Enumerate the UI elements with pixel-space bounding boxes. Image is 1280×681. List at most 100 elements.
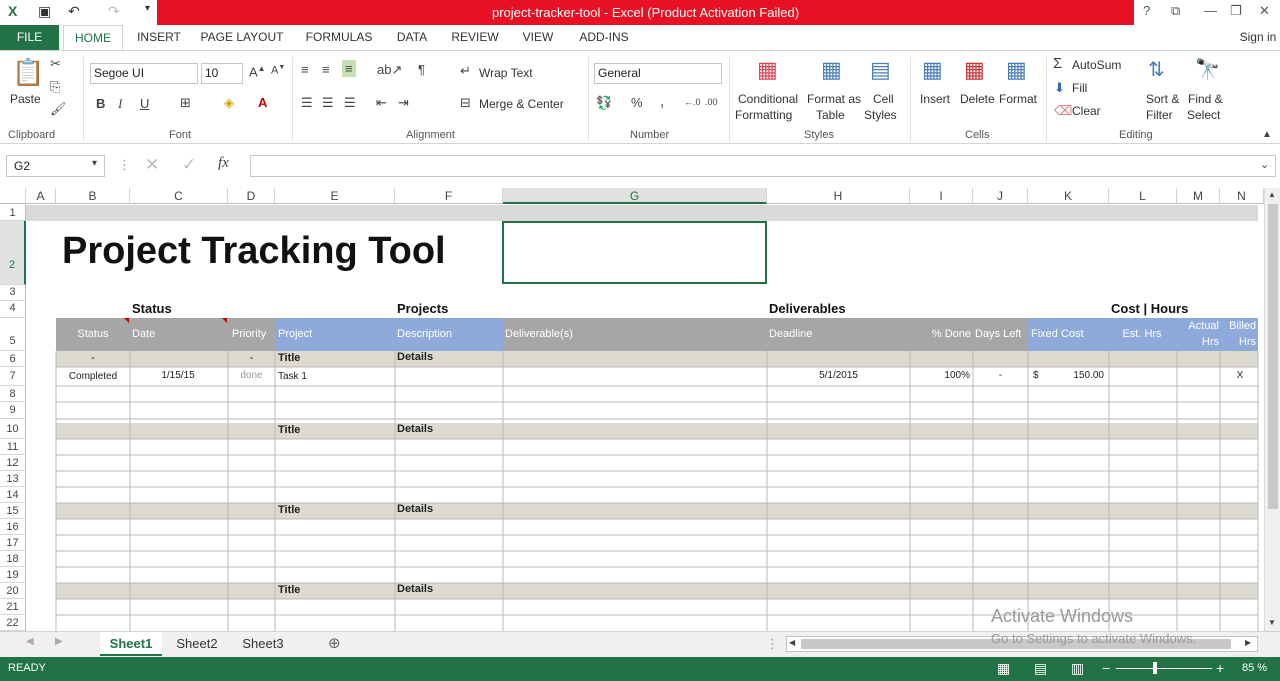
tab-file[interactable]: FILE xyxy=(0,25,59,50)
formula-input[interactable] xyxy=(250,155,1276,177)
name-box[interactable]: G2 xyxy=(6,155,105,177)
split-handle-icon[interactable]: ⋮ xyxy=(766,636,779,652)
percent-button[interactable]: % xyxy=(631,95,643,110)
increase-indent-icon[interactable]: ⇥ xyxy=(398,95,409,111)
tab-insert[interactable]: INSERT xyxy=(131,25,187,50)
enter-icon[interactable]: ✓ xyxy=(182,155,196,175)
scroll-left-icon[interactable]: ◀ xyxy=(789,638,795,647)
tab-formulas[interactable]: FORMULAS xyxy=(299,25,379,50)
page-layout-view-icon[interactable]: ▤ xyxy=(1034,660,1047,677)
cell-styles-icon[interactable]: ▤ xyxy=(870,57,891,83)
paste-button[interactable]: Paste xyxy=(10,92,41,106)
page-break-view-icon[interactable]: ▥ xyxy=(1071,660,1084,677)
tab-review[interactable]: REVIEW xyxy=(447,25,503,50)
cut-icon[interactable]: ✂ xyxy=(50,56,61,72)
fill-icon[interactable]: ⬇ xyxy=(1054,80,1065,96)
cell-e6[interactable]: Title xyxy=(278,352,300,364)
customize-qat-icon[interactable]: ▾ xyxy=(145,3,150,14)
align-left-icon[interactable]: ☰ xyxy=(301,95,313,111)
middle-align-icon[interactable]: ≡ xyxy=(322,62,330,77)
worksheet-grid[interactable]: A B C D E F G H I J K L M N 1 2 3 4 5 6 … xyxy=(0,188,1264,631)
scroll-thumb[interactable] xyxy=(1268,204,1278,509)
font-name-dropdown[interactable]: Segoe UI xyxy=(90,63,198,84)
cell-k7[interactable]: 150.00 xyxy=(1040,370,1104,381)
format-as-table-button[interactable]: Format as xyxy=(807,92,861,106)
tab-home[interactable]: HOME xyxy=(63,25,123,50)
accounting-format-icon[interactable]: 💱 xyxy=(596,95,612,111)
grow-font-icon[interactable]: A▲ xyxy=(249,64,266,79)
sheet-tab-3[interactable]: Sheet3 xyxy=(232,632,294,656)
cell-k7-currency[interactable]: $ xyxy=(1033,370,1039,381)
format-painter-icon[interactable]: 🖌 xyxy=(50,101,67,117)
name-box-dropdown-icon[interactable]: ▾ xyxy=(92,158,97,169)
cancel-icon[interactable]: ✕ xyxy=(145,155,159,175)
sort-filter-button[interactable]: Sort & xyxy=(1146,92,1179,106)
fill-button[interactable]: Fill xyxy=(1072,81,1087,95)
cell-f20[interactable]: Details xyxy=(397,583,433,595)
ribbon-display-icon[interactable]: ⧉ xyxy=(1171,3,1180,19)
new-sheet-icon[interactable]: ⊕ xyxy=(328,634,341,652)
autosum-icon[interactable]: Σ xyxy=(1053,55,1062,72)
align-center-icon[interactable]: ☰ xyxy=(322,95,334,111)
cell-e7[interactable]: Task 1 xyxy=(278,371,307,382)
undo-icon[interactable]: ↶ xyxy=(68,3,80,20)
cell-e20[interactable]: Title xyxy=(278,584,300,596)
shrink-font-icon[interactable]: A▼ xyxy=(271,64,285,77)
wrap-text-icon[interactable]: ↵ xyxy=(460,63,471,79)
collapse-ribbon-icon[interactable]: ▲ xyxy=(1262,129,1272,140)
cell-h7[interactable]: 5/1/2015 xyxy=(767,370,858,381)
orientation-icon[interactable]: ab↗ xyxy=(377,62,402,78)
find-select-icon[interactable]: 🔭 xyxy=(1195,57,1220,82)
tab-page-layout[interactable]: PAGE LAYOUT xyxy=(196,25,288,50)
find-select-button[interactable]: Find & xyxy=(1188,92,1223,106)
fill-color-icon[interactable]: ◈ xyxy=(224,95,234,111)
scroll-up-icon[interactable]: ▲ xyxy=(1268,190,1276,199)
zoom-slider[interactable] xyxy=(1116,668,1212,669)
cell-i7[interactable]: 100% xyxy=(910,370,970,381)
bold-button[interactable]: B xyxy=(96,96,105,111)
bottom-align-icon[interactable]: ≡ xyxy=(342,60,356,77)
decrease-decimal-icon[interactable]: .00 xyxy=(705,97,718,107)
conditional-formatting-button[interactable]: Conditional xyxy=(738,92,798,106)
tab-add-ins[interactable]: ADD-INS xyxy=(573,25,635,50)
conditional-formatting-icon[interactable]: ▦ xyxy=(757,57,778,83)
expand-formula-icon[interactable]: ⌄ xyxy=(1260,158,1269,171)
cell-n7[interactable]: X xyxy=(1220,370,1260,381)
cell-d7[interactable]: done xyxy=(228,370,275,381)
borders-icon[interactable]: ⊞ xyxy=(180,95,191,111)
delete-cells-icon[interactable]: ▦ xyxy=(964,57,985,83)
copy-icon[interactable]: ⎘ xyxy=(50,79,60,95)
scroll-down-icon[interactable]: ▼ xyxy=(1268,618,1276,627)
text-direction-icon[interactable]: ¶ xyxy=(418,62,425,77)
sort-filter-icon[interactable]: ⇅ xyxy=(1148,57,1165,82)
decrease-indent-icon[interactable]: ⇤ xyxy=(376,95,387,111)
cell-f6[interactable]: Details xyxy=(397,351,433,363)
close-icon[interactable]: ✕ xyxy=(1259,3,1270,19)
top-align-icon[interactable]: ≡ xyxy=(301,62,309,77)
number-format-dropdown[interactable]: General xyxy=(594,63,722,84)
prev-sheet-icon[interactable]: ◀ xyxy=(26,636,34,647)
zoom-in-icon[interactable]: + xyxy=(1216,660,1224,676)
align-right-icon[interactable]: ☰ xyxy=(344,95,356,111)
format-cells-icon[interactable]: ▦ xyxy=(1006,57,1027,83)
tab-view[interactable]: VIEW xyxy=(515,25,561,50)
cell-j7[interactable]: - xyxy=(973,370,1028,381)
merge-center-icon[interactable]: ⊟ xyxy=(460,95,471,111)
insert-cells-icon[interactable]: ▦ xyxy=(922,57,943,83)
clear-icon[interactable]: ⌫ xyxy=(1054,103,1072,119)
cell-c7[interactable]: 1/15/15 xyxy=(130,370,226,381)
cell-b7[interactable]: Completed xyxy=(56,371,130,382)
insert-cells-button[interactable]: Insert xyxy=(920,92,950,106)
zoom-slider-thumb[interactable] xyxy=(1153,662,1157,674)
tab-data[interactable]: DATA xyxy=(389,25,435,50)
increase-decimal-icon[interactable]: ←.0 xyxy=(684,97,701,107)
autosum-button[interactable]: AutoSum xyxy=(1072,58,1121,72)
font-size-dropdown[interactable]: 10 xyxy=(201,63,243,84)
format-as-table-icon[interactable]: ▦ xyxy=(821,57,842,83)
sheet-tab-2[interactable]: Sheet2 xyxy=(166,632,228,656)
sheet-tab-1[interactable]: Sheet1 xyxy=(100,632,162,656)
merge-center-button[interactable]: Merge & Center xyxy=(479,97,564,111)
delete-cells-button[interactable]: Delete xyxy=(960,92,995,106)
cell-f10[interactable]: Details xyxy=(397,423,433,435)
cell-f15[interactable]: Details xyxy=(397,503,433,515)
